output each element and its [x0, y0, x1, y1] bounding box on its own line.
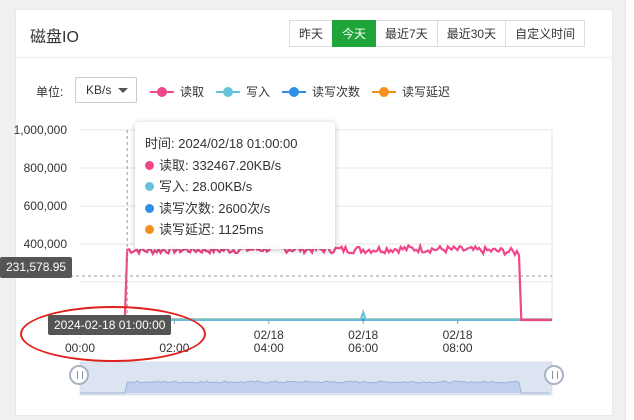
- y-tick-label: 800,000: [24, 161, 68, 175]
- tooltip-time: 时间: 2024/02/18 01:00:00: [145, 136, 298, 151]
- tooltip-iops: 读写次数: 2600次/s: [145, 198, 335, 220]
- tooltip-latency: 读写延迟: 1125ms: [145, 219, 335, 241]
- x-tick-date: 02/18: [348, 328, 378, 342]
- chart-tooltip: 时间: 2024/02/18 01:00:00 读取: 332467.20KB/…: [135, 122, 335, 249]
- y-tick-label: 1,000,000: [14, 123, 68, 137]
- y-axis-pointer-badge: 231,578.95: [0, 257, 73, 278]
- range-today-button[interactable]: 今天: [332, 20, 377, 47]
- y-tick-label: 600,000: [24, 199, 68, 213]
- zoom-left-handle[interactable]: [69, 365, 89, 385]
- x-tick-time: 06:00: [348, 341, 378, 355]
- tooltip-read: 读取: 332467.20KB/s: [145, 155, 335, 177]
- x-tick-time: 04:00: [254, 341, 284, 355]
- zoom-preview-area: [80, 381, 552, 393]
- tooltip-write: 写入: 28.00KB/s: [145, 176, 335, 198]
- annotation-circle: [20, 306, 206, 362]
- zoom-right-handle[interactable]: [544, 365, 564, 385]
- x-tick-date: 02/18: [254, 328, 284, 342]
- x-tick-date: 02/18: [443, 328, 473, 342]
- y-tick-label: 400,000: [24, 237, 68, 251]
- x-tick-time: 08:00: [443, 341, 473, 355]
